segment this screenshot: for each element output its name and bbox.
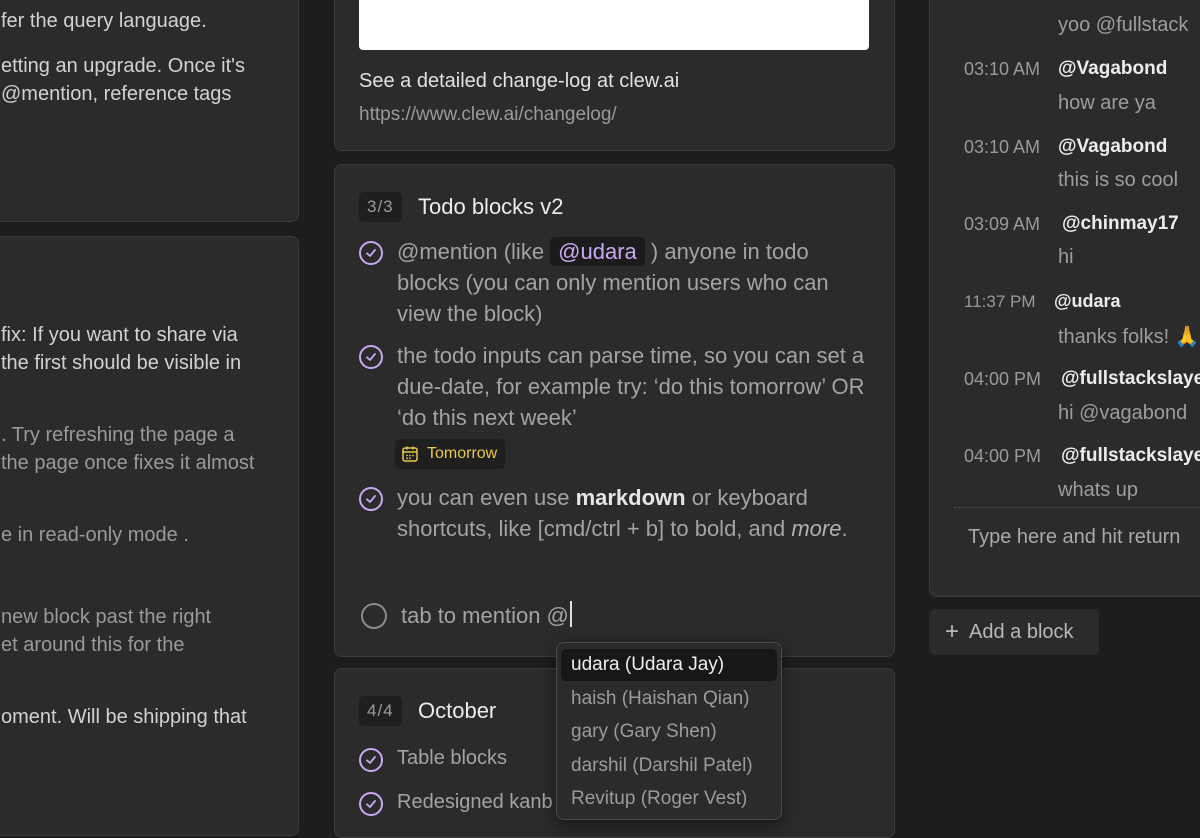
- empty-checkbox-icon[interactable]: [361, 603, 387, 629]
- chat-message-text: yoo @fullstack: [1058, 14, 1189, 36]
- chat-timestamp: 04:00 PM: [964, 369, 1042, 389]
- chat-message-text: thanks folks! 🙏: [1058, 326, 1200, 348]
- mention-option[interactable]: Revitup (Roger Vest): [571, 788, 747, 810]
- left-card-top: fer the query language. etting an upgrad…: [0, 0, 299, 222]
- chat-timestamp: 04:00 PM: [964, 446, 1042, 466]
- chat-message-text: hi @vagabond: [1058, 402, 1188, 424]
- todo-text-part: you can even use: [397, 485, 576, 510]
- chat-message-text: whats up: [1058, 479, 1139, 501]
- chat-divider: [954, 507, 1200, 508]
- mention-option[interactable]: darshil (Darshil Patel): [571, 755, 753, 777]
- todo-item: @mention (like @udara ) anyone in todo b…: [359, 236, 869, 329]
- checkmark-icon[interactable]: [359, 792, 383, 816]
- chat-timestamp: 03:10 AM: [964, 59, 1041, 79]
- todo-input[interactable]: tab to mention @: [401, 601, 572, 629]
- checkmark-icon[interactable]: [359, 345, 383, 369]
- todo-text-part: @mention (like: [397, 239, 551, 264]
- chat-message-text: how are ya: [1058, 92, 1156, 114]
- chat-timestamp: 11:37 PM: [964, 292, 1036, 311]
- left-card-line: the page once fixes it almost: [1, 452, 255, 474]
- mention-option[interactable]: haish (Haishan Qian): [571, 688, 749, 710]
- changelog-text: See a detailed change-log at clew.ai: [359, 70, 680, 92]
- checkmark-icon[interactable]: [359, 487, 383, 511]
- chat-message-text: this is so cool: [1058, 169, 1179, 191]
- chat-input[interactable]: Type here and hit return: [968, 526, 1180, 549]
- text-caret: [569, 601, 572, 627]
- block-title[interactable]: Todo blocks v2: [418, 194, 564, 220]
- todo-text[interactable]: you can even use markdown or keyboard sh…: [397, 482, 869, 544]
- block-title[interactable]: October: [418, 698, 496, 724]
- chat-username[interactable]: @chinmay17: [1062, 213, 1179, 235]
- left-card-line: oment. Will be shipping that: [1, 706, 247, 728]
- chat-block-card: yoo @fullstack 03:10 AM @Vagabond how ar…: [929, 0, 1200, 597]
- chat-timestamp: 03:10 AM: [964, 137, 1041, 157]
- todo-text[interactable]: Redesigned kanb: [397, 787, 553, 818]
- chat-timestamp: 03:09 AM: [964, 214, 1041, 234]
- left-card-line: et around this for the: [1, 634, 185, 656]
- todo-text-part: .: [841, 516, 848, 541]
- add-block-label: Add a block: [969, 620, 1074, 643]
- due-date-chip[interactable]: Tomorrow: [395, 439, 506, 469]
- left-card-line: new block past the right: [1, 606, 212, 628]
- chat-username[interactable]: @Vagabond: [1058, 136, 1167, 158]
- calendar-icon: [402, 446, 418, 462]
- left-card-line: e in read-only mode .: [1, 524, 189, 546]
- changelog-link[interactable]: https://www.clew.ai/changelog/: [359, 104, 617, 126]
- todo-text[interactable]: Table blocks: [397, 743, 507, 774]
- todo-text[interactable]: @mention (like @udara ) anyone in todo b…: [397, 236, 869, 329]
- due-date-label: Tomorrow: [427, 445, 498, 462]
- block-counter: 3/3: [359, 192, 402, 222]
- left-card-line: etting an upgrade. Once it's: [1, 55, 245, 77]
- todo-text-italic: more: [791, 516, 842, 541]
- left-card-line: . Try refreshing the page a: [1, 424, 235, 446]
- mention-option[interactable]: udara (Udara Jay): [561, 649, 777, 681]
- chat-username[interactable]: @fullstackslaye: [1061, 368, 1200, 390]
- todo-item: the todo inputs can parse time, so you c…: [359, 340, 869, 433]
- todo-block-card: 3/3 Todo blocks v2 @mention (like @udara…: [334, 164, 895, 657]
- checkmark-icon[interactable]: [359, 748, 383, 772]
- left-card-line: the first should be visible in: [1, 352, 242, 374]
- mention-option[interactable]: gary (Gary Shen): [571, 721, 717, 743]
- chat-username[interactable]: @fullstackslaye: [1061, 445, 1200, 467]
- chat-username[interactable]: @udara: [1054, 291, 1121, 312]
- add-block-button[interactable]: + Add a block: [929, 609, 1099, 655]
- left-card-line: fer the query language.: [1, 10, 207, 32]
- chat-message-text: hi: [1058, 246, 1074, 268]
- mention-chip[interactable]: @udara: [550, 237, 645, 266]
- todo-item: you can even use markdown or keyboard sh…: [359, 482, 869, 544]
- changelog-card: See a detailed change-log at clew.ai htt…: [334, 0, 895, 151]
- embed-preview-image: [359, 0, 869, 50]
- left-card-bottom: fix: If you want to share via the first …: [0, 236, 299, 836]
- mention-dropdown: udara (Udara Jay) haish (Haishan Qian) g…: [556, 642, 782, 820]
- checkmark-icon[interactable]: [359, 241, 383, 265]
- chat-username[interactable]: @Vagabond: [1058, 58, 1167, 80]
- plus-icon: +: [945, 618, 960, 645]
- todo-text[interactable]: the todo inputs can parse time, so you c…: [397, 340, 869, 433]
- left-card-line: @mention, reference tags: [1, 83, 232, 105]
- left-card-line: fix: If you want to share via: [1, 324, 238, 346]
- block-counter: 4/4: [359, 696, 402, 726]
- todo-text-bold: markdown: [575, 485, 686, 510]
- todo-input-value: tab to mention @: [401, 603, 569, 628]
